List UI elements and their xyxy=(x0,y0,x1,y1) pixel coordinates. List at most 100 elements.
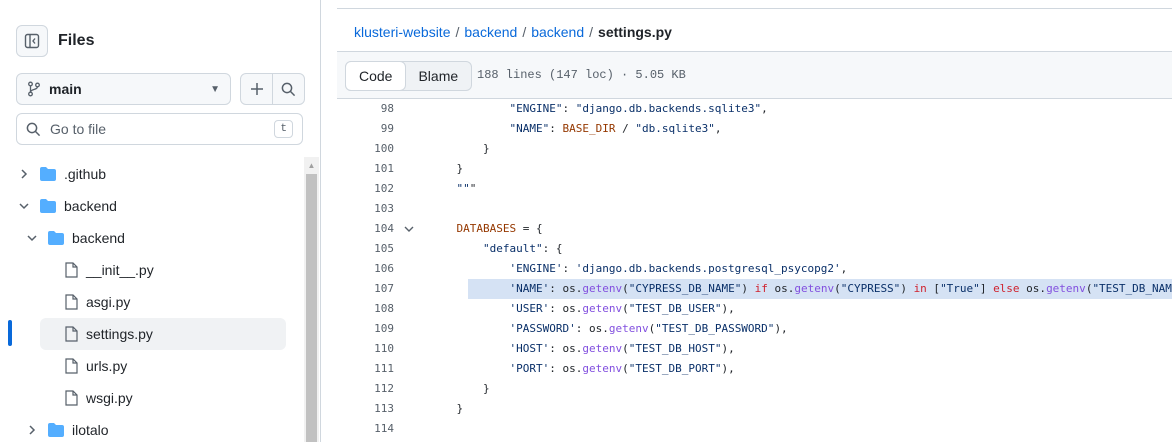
tree-item-asgi-py[interactable]: asgi.py xyxy=(40,286,286,318)
code-line: 111 'PORT': os.getenv("TEST_DB_PORT"), xyxy=(337,359,1172,379)
file-info: 188 lines (147 loc) · 5.05 KB xyxy=(477,68,686,82)
code-text: "ENGINE": "django.db.backends.sqlite3", xyxy=(509,102,768,115)
file-icon xyxy=(64,358,78,374)
scroll-up-arrow-icon[interactable]: ▲ xyxy=(304,157,319,173)
search-icon xyxy=(281,82,296,96)
code-viewer[interactable]: 98 "ENGINE": "django.db.backends.sqlite3… xyxy=(337,99,1172,442)
code-text: 'HOST': os.getenv("TEST_DB_HOST"), xyxy=(509,342,735,355)
code-line: 103 xyxy=(337,199,1172,219)
code-text: } xyxy=(430,402,464,415)
breadcrumb-repo-link[interactable]: klusteri-website xyxy=(354,24,450,40)
code-line: 99 "NAME": BASE_DIR / "db.sqlite3", xyxy=(337,119,1172,139)
tree-item-label: ilotalo xyxy=(72,422,109,438)
files-header: Files xyxy=(16,25,94,57)
keyboard-shortcut-badge: t xyxy=(274,120,293,138)
sidebar-collapse-icon xyxy=(24,33,40,49)
tree-item-urls-py[interactable]: urls.py xyxy=(40,350,286,382)
code-line: 101 } xyxy=(337,159,1172,179)
code-line: 107 'NAME': os.getenv("CYPRESS_DB_NAME")… xyxy=(337,279,1172,299)
file-tree-sidebar: Files main ▼ Go to file t .github backen… xyxy=(0,0,320,442)
line-number[interactable]: 111 xyxy=(337,359,394,379)
code-line: 110 'HOST': os.getenv("TEST_DB_HOST"), xyxy=(337,339,1172,359)
line-number[interactable]: 100 xyxy=(337,139,394,159)
tree-item-github[interactable]: .github xyxy=(16,158,286,190)
tree-item-settings-py[interactable]: settings.py xyxy=(40,318,286,350)
code-text: 'PORT': os.getenv("TEST_DB_PORT"), xyxy=(509,362,735,375)
line-number[interactable]: 104 xyxy=(337,219,394,239)
file-icon xyxy=(64,262,78,278)
breadcrumb-separator: / xyxy=(455,24,460,40)
breadcrumb-dir-link[interactable]: backend xyxy=(531,24,584,40)
chevron-right-icon xyxy=(24,425,40,435)
tree-item-backend-backend[interactable]: backend xyxy=(24,222,286,254)
line-number[interactable]: 105 xyxy=(337,239,394,259)
code-line: 109 'PASSWORD': os.getenv("TEST_DB_PASSW… xyxy=(337,319,1172,339)
tree-item-label: backend xyxy=(64,198,117,214)
breadcrumb: klusteri-website / backend / backend / s… xyxy=(354,24,672,40)
code-text: "NAME": BASE_DIR / "db.sqlite3", xyxy=(509,122,722,135)
tree-item-label: asgi.py xyxy=(86,294,131,310)
code-text: 'NAME': os.getenv("CYPRESS_DB_NAME") if … xyxy=(509,282,1172,295)
code-line: 100 } xyxy=(337,139,1172,159)
git-branch-icon xyxy=(28,81,40,97)
line-number[interactable]: 110 xyxy=(337,339,394,359)
code-text: "default": { xyxy=(482,242,563,255)
folder-open-icon xyxy=(40,199,56,213)
add-file-button[interactable] xyxy=(241,74,272,104)
line-number[interactable]: 99 xyxy=(337,119,394,139)
code-text: } xyxy=(430,382,490,395)
line-number[interactable]: 101 xyxy=(337,159,394,179)
file-toolbar: Code Blame 188 lines (147 loc) · 5.05 KB xyxy=(337,51,1172,99)
code-line: 98 "ENGINE": "django.db.backends.sqlite3… xyxy=(337,99,1172,119)
tab-code[interactable]: Code xyxy=(345,61,407,91)
search-code-button[interactable] xyxy=(272,74,304,104)
line-number[interactable]: 109 xyxy=(337,319,394,339)
line-number[interactable]: 107 xyxy=(337,279,394,299)
code-line: 106 'ENGINE': 'django.db.backends.postgr… xyxy=(337,259,1172,279)
code-text: 'PASSWORD': os.getenv("TEST_DB_PASSWORD"… xyxy=(509,322,788,335)
tree-item-label: .github xyxy=(64,166,107,182)
code-line: 108 'USER': os.getenv("TEST_DB_USER"), xyxy=(337,299,1172,319)
sidebar-divider xyxy=(320,0,321,442)
breadcrumb-dir-link[interactable]: backend xyxy=(464,24,517,40)
sidebar-scrollbar-thumb[interactable] xyxy=(306,174,317,442)
folder-open-icon xyxy=(48,231,64,245)
tree-item-wsgi-py[interactable]: wsgi.py xyxy=(40,382,286,414)
line-number[interactable]: 102 xyxy=(337,179,394,199)
line-number[interactable]: 103 xyxy=(337,199,394,219)
fold-chevron-icon[interactable] xyxy=(403,219,415,239)
go-to-file-placeholder: Go to file xyxy=(50,121,107,137)
search-icon xyxy=(26,122,41,136)
code-text: } xyxy=(430,142,490,155)
code-text: } xyxy=(430,162,464,175)
code-line: 112 } xyxy=(337,379,1172,399)
code-text: 'ENGINE': 'django.db.backends.postgresql… xyxy=(509,262,848,275)
tree-item-ilotalo[interactable]: ilotalo xyxy=(24,414,286,446)
code-line: 105 "default": { xyxy=(337,239,1172,259)
collapse-sidebar-button[interactable] xyxy=(16,25,48,57)
file-icon xyxy=(64,390,78,406)
line-number[interactable]: 113 xyxy=(337,399,394,419)
line-number[interactable]: 108 xyxy=(337,299,394,319)
line-number[interactable]: 114 xyxy=(337,419,394,439)
tree-item-backend[interactable]: backend xyxy=(16,190,286,222)
code-line: 102 """ xyxy=(337,179,1172,199)
folder-icon xyxy=(40,167,56,181)
tree-action-buttons xyxy=(240,73,305,105)
folder-icon xyxy=(48,423,64,437)
code-line: 114 xyxy=(337,419,1172,439)
line-number[interactable]: 106 xyxy=(337,259,394,279)
line-number[interactable]: 98 xyxy=(337,99,394,119)
go-to-file-input[interactable]: Go to file t xyxy=(16,113,303,145)
tree-item-label: wsgi.py xyxy=(86,390,133,406)
tab-blame[interactable]: Blame xyxy=(405,62,471,90)
tree-item-label: __init__.py xyxy=(86,262,154,278)
chevron-down-icon xyxy=(16,201,32,211)
line-number[interactable]: 112 xyxy=(337,379,394,399)
tree-item-init-py[interactable]: __init__.py xyxy=(40,254,286,286)
code-text: 'USER': os.getenv("TEST_DB_USER"), xyxy=(509,302,735,315)
file-icon xyxy=(64,294,78,310)
branch-selector-button[interactable]: main ▼ xyxy=(16,73,231,105)
view-mode-toggle: Code Blame xyxy=(345,61,473,91)
breadcrumb-separator: / xyxy=(589,24,594,40)
